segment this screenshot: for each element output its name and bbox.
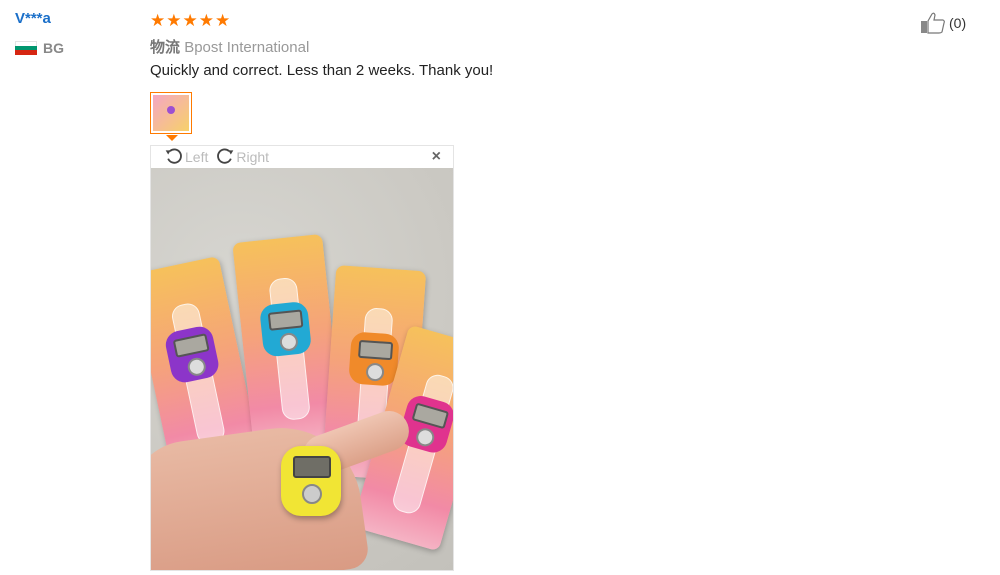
review-photo: [151, 168, 453, 570]
helpful-count: (0): [949, 15, 967, 31]
star-icon: ★: [150, 11, 166, 30]
country-code: BG: [43, 40, 64, 56]
logistics-label: 物流: [150, 39, 181, 56]
star-rating: ★ ★ ★ ★ ★: [150, 12, 230, 29]
thumbnail-selected-caret: [166, 135, 178, 141]
reviewer-country: BG: [15, 40, 64, 56]
star-icon: ★: [182, 11, 198, 30]
star-icon: ★: [215, 11, 231, 30]
logistics-info: 物流 Bpost International: [150, 36, 309, 57]
star-icon: ★: [198, 11, 214, 30]
star-icon: ★: [166, 11, 182, 30]
close-icon[interactable]: ×: [432, 148, 441, 166]
thumbs-up-icon: [921, 12, 945, 34]
rotate-right-icon: [217, 148, 234, 164]
review-text: Quickly and correct. Less than 2 weeks. …: [150, 62, 494, 79]
review-photo-thumbnail[interactable]: [150, 92, 192, 134]
reviewer-name: V***a: [15, 10, 51, 27]
viewer-toolbar: Left Right ×: [151, 146, 453, 168]
photo-viewer: Left Right ×: [150, 145, 454, 571]
helpful-button[interactable]: (0): [920, 12, 966, 34]
rotate-left-label: Left: [185, 149, 209, 165]
rotate-left-icon: [165, 148, 182, 164]
rotate-left-button[interactable]: Left: [163, 147, 208, 167]
logistics-carrier: Bpost International: [184, 39, 310, 56]
rotate-right-label: Right: [236, 149, 270, 165]
bulgaria-flag-icon: [15, 41, 37, 55]
rotate-right-button[interactable]: Right: [214, 147, 269, 167]
